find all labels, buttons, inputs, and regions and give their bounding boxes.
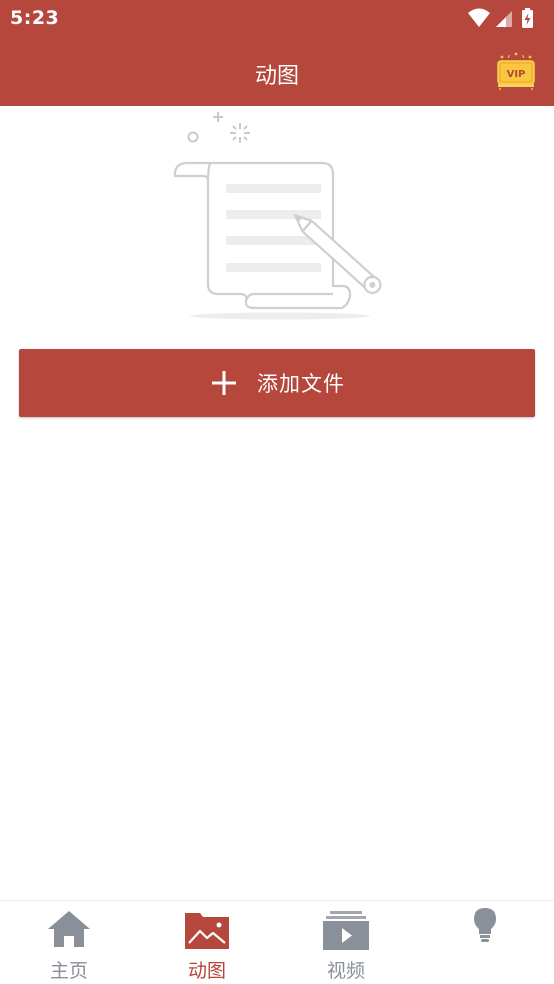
- screen: 5:23 动图 VIP 添加文件 主页 动图 视频: [0, 0, 554, 984]
- vip-badge-icon[interactable]: VIP: [494, 52, 538, 92]
- app-header: 5:23 动图 VIP: [0, 0, 554, 106]
- status-icons: [468, 8, 533, 28]
- nav-label-video: 视频: [326, 960, 365, 982]
- nav-item-gif[interactable]: 动图: [138, 901, 276, 984]
- signal-icon: [496, 11, 512, 27]
- bottom-navigation: 主页 动图 视频: [0, 900, 554, 984]
- add-file-label: 添加文件: [257, 372, 345, 396]
- home-icon: [48, 911, 90, 947]
- lightbulb-icon: [474, 908, 496, 942]
- nav-label-gif: 动图: [187, 960, 226, 982]
- nav-item-video[interactable]: 视频: [277, 901, 415, 984]
- status-time: 5:23: [10, 7, 60, 29]
- battery-charging-icon: [522, 8, 533, 28]
- add-file-button[interactable]: 添加文件: [19, 349, 535, 417]
- page-title: 动图: [254, 64, 299, 89]
- video-icon: [323, 911, 369, 950]
- wifi-icon: [468, 8, 490, 27]
- svg-text:VIP: VIP: [507, 69, 526, 80]
- nav-item-lightbulb[interactable]: [415, 901, 553, 984]
- nav-label-home: 主页: [49, 960, 88, 982]
- gif-folder-icon: [185, 913, 229, 949]
- plus-icon: [212, 371, 236, 395]
- nav-item-home[interactable]: 主页: [0, 901, 138, 984]
- empty-state-illustration: [173, 112, 382, 320]
